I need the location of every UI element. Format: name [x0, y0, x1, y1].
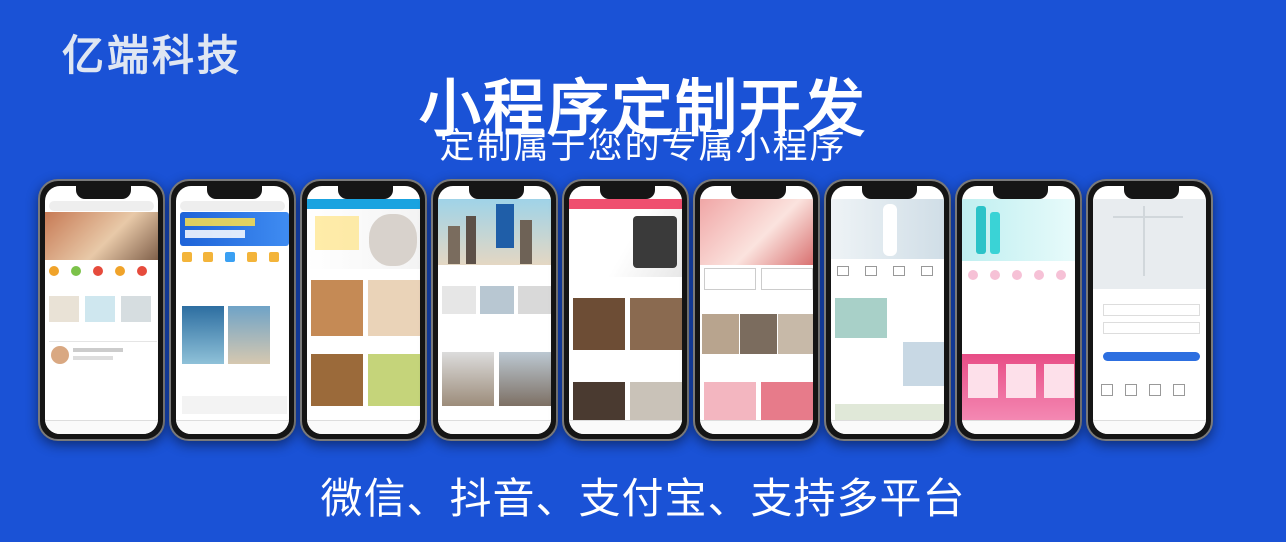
phone-mockups: [38, 179, 1248, 441]
phone-screen: [438, 186, 551, 434]
phone-mockup-pet: [300, 179, 427, 441]
phone-mockup-flower: [693, 179, 820, 441]
phone-mockup-furniture: [38, 179, 165, 441]
page-subtitle: 定制属于您的专属小程序: [439, 127, 847, 167]
phone-notch: [1124, 186, 1179, 199]
phone-screen: [831, 186, 944, 434]
phone-screen: [45, 186, 158, 434]
phone-mockup-course: [169, 179, 296, 441]
phone-screen: [1093, 186, 1206, 434]
phone-mockup-wedding: [824, 179, 951, 441]
phone-notch: [76, 186, 131, 199]
phone-mockup-architecture: [431, 179, 558, 441]
phone-notch: [600, 186, 655, 199]
phone-notch: [993, 186, 1048, 199]
phone-screen: [700, 186, 813, 434]
phone-mockup-cosmetics: [955, 179, 1082, 441]
phone-notch: [862, 186, 917, 199]
phone-screen: [962, 186, 1075, 434]
phone-notch: [207, 186, 262, 199]
phone-notch: [731, 186, 786, 199]
platforms-tagline: 微信、抖音、支付宝、支持多平台: [320, 474, 966, 523]
phone-mockup-map: [1086, 179, 1213, 441]
phone-screen: [307, 186, 420, 434]
phone-notch: [469, 186, 524, 199]
phone-screen: [176, 186, 289, 434]
phone-notch: [338, 186, 393, 199]
phone-screen: [569, 186, 682, 434]
phone-mockup-salon: [562, 179, 689, 441]
